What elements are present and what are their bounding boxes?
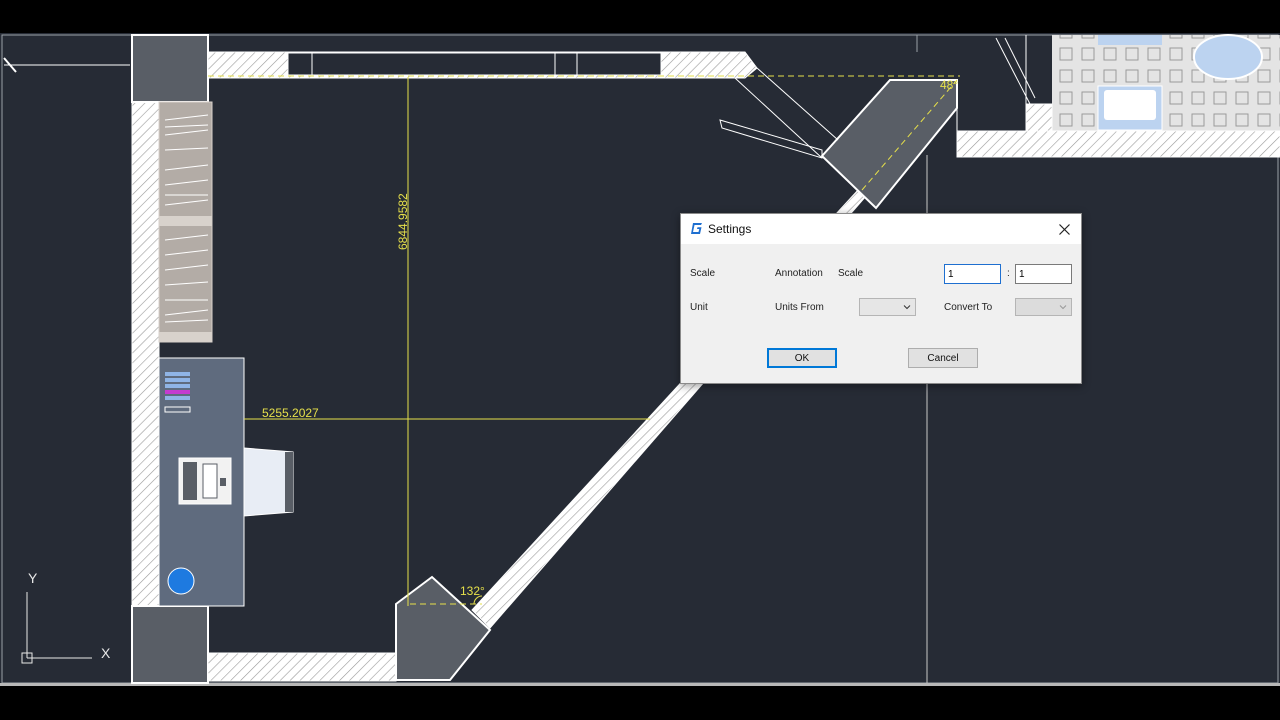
convert-to-select[interactable]: [1015, 298, 1072, 316]
convert-to-label: Convert To: [944, 302, 993, 313]
chevron-down-icon: [1059, 305, 1067, 310]
scale-label: Scale: [690, 268, 716, 279]
scale-right-input[interactable]: [1015, 264, 1072, 284]
left-wall: [131, 99, 160, 609]
ok-button[interactable]: OK: [767, 348, 837, 368]
cancel-button[interactable]: Cancel: [908, 348, 978, 368]
gstarcad-logo-icon: [691, 223, 702, 234]
column-bottom-left: [131, 605, 209, 684]
dialog-titlebar[interactable]: Settings: [681, 214, 1081, 244]
bottom-wall: [207, 652, 397, 682]
horizontal-dimension-text: 5255.2027: [262, 406, 319, 420]
close-icon: [1058, 223, 1070, 235]
top-window: [287, 52, 662, 76]
scale-separator: :: [1007, 268, 1010, 279]
column-top-left: [131, 34, 209, 103]
close-button[interactable]: [1053, 218, 1075, 240]
vertical-dimension-text: 6844.9582: [396, 193, 410, 250]
ucs-x-label: X: [101, 645, 111, 661]
units-from-select[interactable]: [859, 298, 916, 316]
scale-left-input[interactable]: [944, 264, 1001, 284]
settings-dialog: Settings Scale Annotation Scale : Unit U…: [680, 213, 1082, 384]
chevron-down-icon: [903, 305, 911, 310]
ucs-y-label: Y: [28, 570, 38, 586]
wastebin: [167, 567, 195, 595]
cad-drawing-canvas[interactable]: 6844.9582 5255.2027 132° 48° Y X: [0, 0, 1280, 720]
annotation-label: Annotation: [775, 268, 823, 279]
dialog-title: Settings: [708, 222, 752, 236]
annotation-scale-label: Scale: [838, 268, 864, 279]
right-wall: [956, 130, 1280, 158]
units-from-label: Units From: [775, 302, 824, 313]
angle-dimension-bottom: 132°: [460, 584, 485, 598]
bathroom-tub: [1193, 34, 1263, 80]
unit-label: Unit: [690, 302, 708, 313]
angle-dimension-top: 48°: [940, 78, 958, 92]
